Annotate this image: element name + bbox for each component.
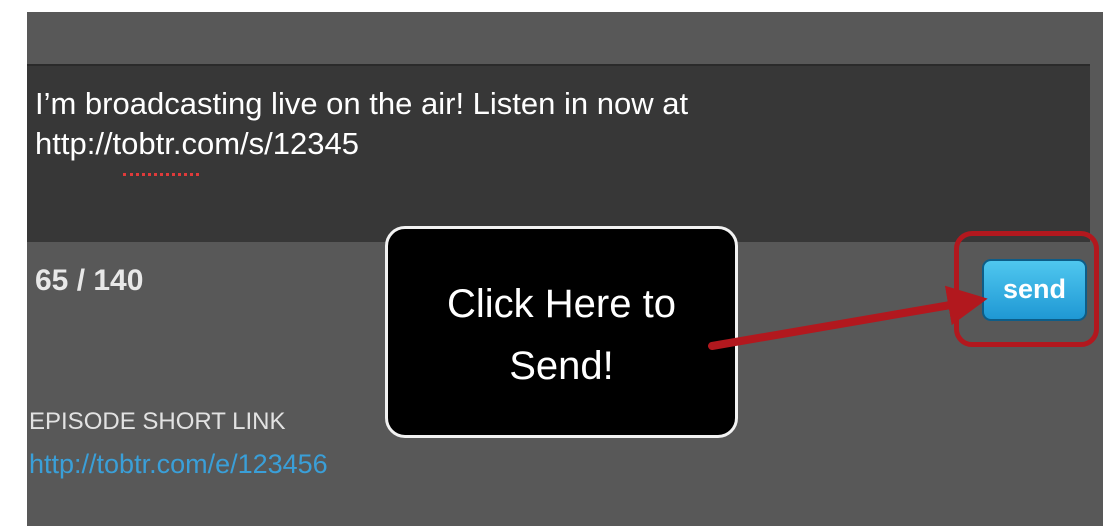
share-panel: I’m broadcasting live on the air! Listen… <box>27 12 1103 526</box>
episode-short-link[interactable]: http://tobtr.com/e/123456 <box>29 449 328 480</box>
episode-short-link-label: EPISODE SHORT LINK <box>29 408 286 435</box>
spellcheck-underline <box>123 169 199 176</box>
screenshot-frame: I’m broadcasting live on the air! Listen… <box>0 0 1103 526</box>
send-button[interactable]: send <box>982 259 1087 321</box>
character-counter: 65 / 140 <box>35 264 144 297</box>
message-text: I’m broadcasting live on the air! Listen… <box>35 86 689 161</box>
message-textarea[interactable]: I’m broadcasting live on the air! Listen… <box>27 64 1090 242</box>
instruction-callout: Click Here to Send! <box>385 226 738 438</box>
